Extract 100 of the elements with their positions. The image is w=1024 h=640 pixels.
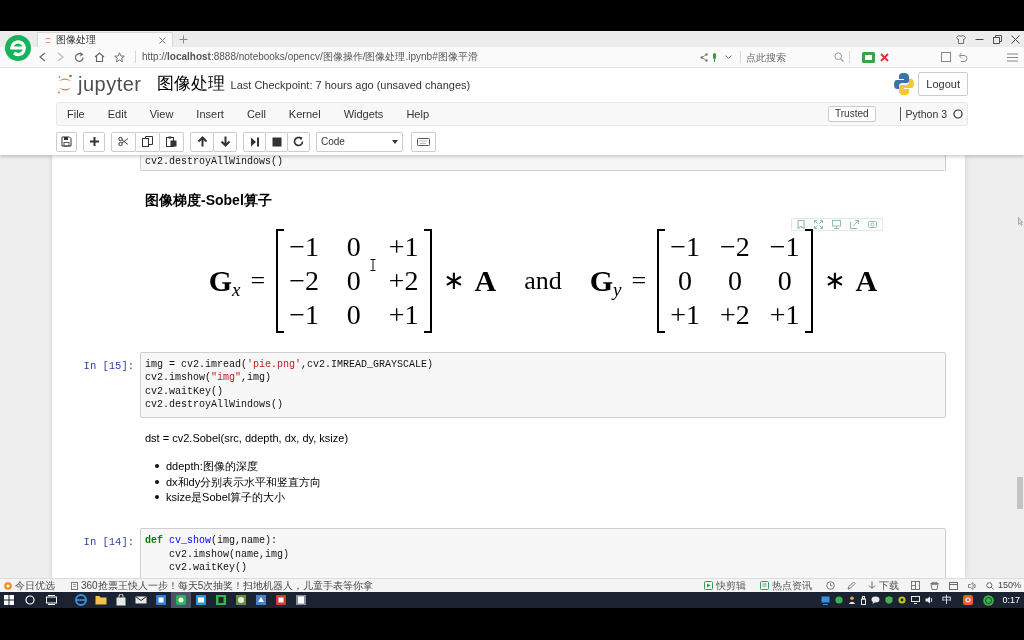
grid-icon[interactable] (910, 581, 920, 590)
menu-item[interactable]: Edit (107, 107, 127, 121)
markdown-paragraph: dst = cv2.Sobel(src, ddepth, dx, dy, ksize) (145, 430, 349, 445)
jupyter-wordmark[interactable]: jupyter (78, 72, 142, 96)
taskbar-button[interactable] (171, 592, 191, 608)
matrix-entry: −1 (769, 230, 800, 264)
plus-icon[interactable] (179, 35, 188, 44)
app-tile-icon[interactable] (215, 594, 227, 606)
reload-icon[interactable] (74, 51, 85, 63)
run-button[interactable] (243, 131, 266, 152)
status-bar-button[interactable]: 热点资讯 (759, 579, 812, 592)
play-icon (703, 581, 713, 590)
browser-icon[interactable] (75, 594, 87, 606)
browser-tab[interactable]: 图像处理 (37, 32, 173, 47)
code-line: img = cv2.imread('pie.png',cv2.IMREAD_GRAYSCALE) (145, 357, 435, 371)
disc-icon[interactable] (835, 596, 844, 604)
insert-cell-button[interactable] (83, 131, 105, 152)
status-bar-button[interactable]: 快剪辑 (703, 579, 746, 592)
step-forward-icon (249, 136, 260, 147)
code-cell[interactable]: cv2.destroyAllWindows() (140, 155, 946, 171)
status-bar-button[interactable]: 下载 (867, 579, 899, 592)
command-palette-button[interactable] (411, 131, 436, 152)
notebook-title[interactable]: 图像处理 (156, 74, 225, 94)
search-icon[interactable] (25, 595, 35, 605)
jupyter-logo-icon[interactable] (57, 73, 73, 95)
folder-icon[interactable] (95, 594, 107, 606)
restore-icon[interactable] (993, 34, 1002, 44)
address-field[interactable]: http://localhost:8888/notebooks/opencv/图像操作/图像处理.ipynb#图像平滑 (142, 49, 698, 65)
microphone-icon[interactable] (712, 52, 717, 62)
matrix-entry: +1 (388, 230, 419, 264)
app-tile-icon[interactable] (235, 594, 247, 606)
status-bar-button[interactable]: 今日优选 (4, 579, 55, 592)
stop-button[interactable] (265, 131, 288, 152)
star-icon[interactable] (114, 51, 125, 63)
trusted-indicator[interactable]: Trusted (828, 106, 876, 122)
paste-button[interactable] (159, 131, 184, 152)
usb-drive-icon[interactable] (861, 595, 867, 605)
code-cell[interactable]: def cv_show(img,name): cv2.imshow(name,img) cv2.waitKey() (140, 528, 946, 578)
speaker-icon[interactable] (925, 596, 934, 604)
person-icon[interactable] (848, 596, 857, 604)
search-field[interactable]: 点此搜索 (746, 49, 832, 65)
windows-logo-icon[interactable] (4, 595, 14, 605)
logout-button[interactable]: Logout (918, 72, 968, 96)
save-button[interactable] (56, 131, 77, 152)
close-icon[interactable] (1011, 34, 1020, 44)
input-method-indicator[interactable]: 中 (942, 594, 953, 606)
menu-item[interactable]: Cell (246, 107, 266, 121)
menu-item[interactable]: Kernel (288, 107, 321, 121)
news-ticker-link[interactable]: 360抢票王快人一步！每天5次抽奖！扫地机器人，儿童手表等你拿 (81, 579, 374, 592)
ring-icon[interactable] (898, 596, 907, 604)
clock[interactable]: 0:17 (1002, 594, 1020, 606)
home-icon[interactable] (94, 52, 105, 62)
code-cell[interactable]: img = cv2.imread('pie.png',cv2.IMREAD_GRAYSCALE) cv2.imshow("img",img) cv2.waitKey() cv2.destroyAllWindows() (140, 351, 946, 418)
save-icon (61, 136, 72, 147)
matrix-entry: +1 (388, 298, 419, 332)
bucket-icon[interactable] (929, 581, 939, 590)
menu-item[interactable]: View (149, 107, 174, 121)
chat-icon[interactable] (871, 596, 881, 604)
math-operator: = (250, 265, 266, 297)
input-tool-icon[interactable] (963, 595, 974, 605)
browser-logo-icon[interactable] (5, 35, 31, 61)
share-icon[interactable] (700, 52, 708, 62)
mail-icon[interactable] (135, 594, 147, 606)
restart-button[interactable] (287, 131, 310, 152)
task-view-icon[interactable] (46, 595, 57, 605)
close-icon[interactable] (159, 36, 166, 44)
app-tile-icon[interactable] (295, 594, 307, 606)
avatar-icon[interactable] (983, 594, 995, 606)
menu-item[interactable]: Help (406, 107, 429, 121)
menu-icon[interactable] (1007, 52, 1018, 62)
bullet-icon (155, 495, 159, 500)
app-tile-icon[interactable] (255, 594, 267, 606)
back-icon[interactable] (38, 52, 47, 62)
undo-icon[interactable] (957, 52, 968, 62)
monitor-icon[interactable] (911, 596, 921, 604)
square-icon[interactable] (941, 52, 951, 62)
menu-item[interactable]: File (67, 107, 85, 121)
app-badge-icon[interactable] (862, 51, 875, 63)
move-up-button[interactable] (190, 131, 214, 152)
keyboard-icon (417, 137, 430, 146)
kernel-name: Python 3 (899, 107, 947, 121)
cross-icon[interactable] (880, 52, 889, 62)
app-tile-icon[interactable] (155, 594, 167, 606)
shirt-icon[interactable] (956, 34, 966, 44)
menu-item[interactable]: Insert (196, 107, 224, 121)
app-tile-icon[interactable] (195, 594, 207, 606)
window-icon[interactable] (948, 581, 958, 590)
scrollbar-thumb[interactable] (1017, 477, 1023, 509)
shield-icon[interactable] (885, 596, 894, 604)
copy-button[interactable] (135, 131, 160, 152)
app-tile-icon[interactable] (275, 594, 287, 606)
caret-down-icon[interactable] (725, 55, 732, 59)
cell-type-dropdown[interactable]: Code (316, 131, 403, 152)
math-operator: ∗ (823, 265, 846, 297)
clock-icon[interactable] (825, 581, 835, 590)
pen-icon[interactable] (846, 581, 856, 590)
shopping-bag-icon[interactable] (115, 594, 127, 606)
menu-item[interactable]: Widgets (343, 107, 384, 121)
cut-button[interactable] (111, 131, 136, 152)
move-down-button[interactable] (213, 131, 237, 152)
